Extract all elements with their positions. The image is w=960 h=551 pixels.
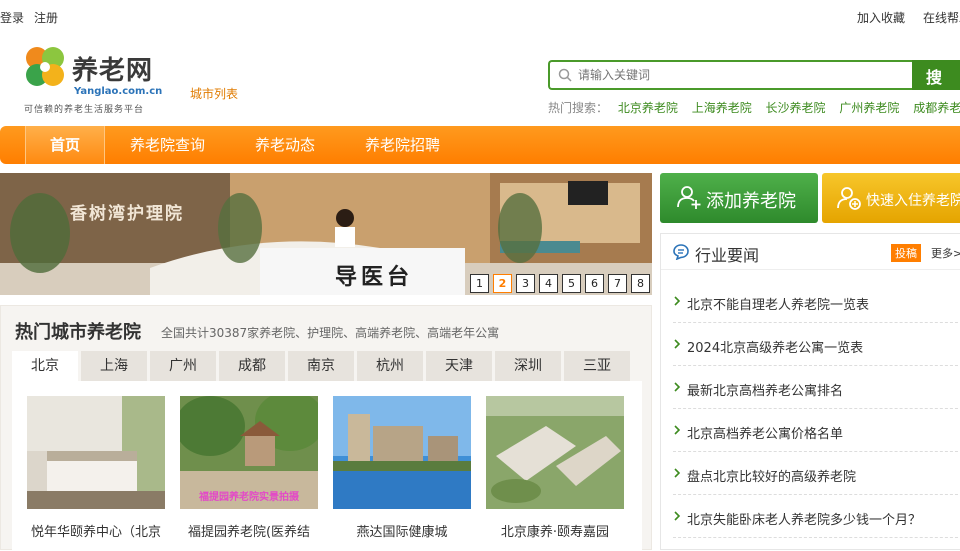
nursing-home-card[interactable]: 福提园养老院实景拍摄 福提园养老院(医养结 [175, 391, 325, 540]
header: 养老网 Yanglao.com.cn 可信赖的养老生活服务平台 城市列表 搜 索… [0, 34, 960, 126]
news-item[interactable]: 2024北京高级养老公寓一览表 [673, 323, 960, 366]
user-plus-icon [837, 187, 861, 210]
news-item[interactable]: 北京高档养老公寓价格名单 [673, 409, 960, 452]
tab-sanya[interactable]: 三亚 [564, 351, 630, 381]
city-list-link[interactable]: 城市列表 [190, 85, 238, 102]
card-photo-caption: 福提园养老院实景拍摄 [199, 492, 299, 503]
news-item-title: 2024北京高级养老公寓一览表 [687, 341, 864, 356]
card-name: 福提园养老院(医养结 [187, 525, 311, 540]
news-header: 行业要闻 投稿 更多> [661, 234, 960, 270]
banner-sign: 香树湾护理院 [70, 204, 184, 224]
top-bar: 登录 注册 加入收藏 在线帮助 [0, 0, 960, 34]
main-nav: 首页 养老院查询 养老动态 养老院招聘 [0, 126, 960, 164]
add-nursing-home-label: 添加养老院 [706, 191, 796, 212]
hot-search-item[interactable]: 成都养老院 [913, 101, 960, 115]
card-name: 北京康养·颐寿嘉园 [500, 525, 610, 540]
logo-url: Yanglao.com.cn [74, 86, 163, 97]
search-button[interactable]: 搜 索 [912, 60, 960, 111]
fast-checkin-label: 快速入住养老院 [866, 193, 960, 209]
card-photo [486, 396, 624, 509]
nav-home[interactable]: 首页 [25, 126, 105, 164]
chevron-right-icon [674, 382, 681, 392]
card-name: 燕达国际健康城 [356, 525, 448, 540]
logo-slogan: 可信赖的养老生活服务平台 [24, 105, 145, 115]
nursing-home-card[interactable]: 燕达国际健康城 [333, 396, 471, 540]
register-link[interactable]: 注册 [34, 9, 58, 26]
logo-title: 养老网 [72, 56, 154, 86]
card-photo [27, 396, 165, 509]
news-item[interactable]: 北京不能自理老人养老院一览表 [673, 280, 960, 323]
nav-recruitment[interactable]: 养老院招聘 [365, 126, 440, 164]
search-input[interactable] [578, 62, 898, 88]
section-subtitle: 全国共计30387家养老院、护理院、高端养老院、高端老年公寓 [161, 326, 500, 340]
search-box [548, 60, 914, 90]
hot-search: 热门搜索： 北京养老院 上海养老院 长沙养老院 广州养老院 成都养老院 [548, 99, 960, 116]
nursing-home-card[interactable]: 悦年华颐养中心（北京 [27, 396, 165, 540]
news-item-title: 北京失能卧床老人养老院多少钱一个月？ [687, 513, 922, 528]
banner-page-button[interactable]: 2 [493, 274, 512, 293]
nav-nursing-home-search[interactable]: 养老院查询 [130, 126, 205, 164]
banner-page-button[interactable]: 8 [631, 274, 650, 293]
search-icon [558, 68, 572, 82]
chevron-right-icon [674, 511, 681, 521]
add-nursing-home-button[interactable]: 添加养老院 [660, 173, 818, 223]
hot-search-item[interactable]: 上海养老院 [692, 101, 752, 115]
banner-page-button[interactable]: 3 [516, 274, 535, 293]
tab-nanjing[interactable]: 南京 [288, 351, 354, 381]
tab-hangzhou[interactable]: 杭州 [357, 351, 423, 381]
tab-guangzhou[interactable]: 广州 [150, 351, 216, 381]
news-item-title: 北京高档养老公寓价格名单 [687, 427, 844, 442]
chevron-right-icon [674, 425, 681, 435]
hot-search-item[interactable]: 长沙养老院 [766, 101, 826, 115]
clover-logo-icon [26, 47, 64, 86]
news-item[interactable]: 北京失能卧床老人养老院多少钱一个月？ [673, 495, 960, 538]
chevron-right-icon [674, 339, 681, 349]
chevron-right-icon [674, 296, 681, 306]
nursing-home-card[interactable]: 北京康养·颐寿嘉园 [486, 396, 624, 540]
chevron-right-icon [674, 468, 681, 478]
hot-search-item[interactable]: 广州养老院 [839, 101, 899, 115]
submit-article-button[interactable]: 投稿 [891, 244, 921, 262]
fast-checkin-button[interactable]: 快速入住养老院 [822, 173, 960, 223]
nursing-home-cards: 悦年华颐养中心（北京 福提园养老院实景拍摄 福提园养老院(医养结 燕达国际健康城… [12, 381, 642, 551]
news-item[interactable]: 盘点北京比较好的高级养老院 [673, 452, 960, 495]
banner-desk-sign: 导医台 [335, 265, 414, 290]
login-link[interactable]: 登录 [0, 9, 24, 26]
tab-chengdu[interactable]: 成都 [219, 351, 285, 381]
banner-page-button[interactable]: 6 [585, 274, 604, 293]
news-item[interactable]: 最新北京高档养老公寓排名 [673, 366, 960, 409]
news-chat-icon [673, 244, 689, 260]
banner-pagination: 12345678 [466, 272, 650, 293]
banner-page-button[interactable]: 1 [470, 274, 489, 293]
banner-carousel[interactable]: 香树湾护理院 导医台 12345678 [0, 173, 652, 295]
hot-search-label: 热门搜索： [548, 101, 609, 115]
hot-search-item[interactable]: 北京养老院 [618, 101, 678, 115]
news-item-title: 北京不能自理老人养老院一览表 [687, 298, 870, 313]
banner-page-button[interactable]: 7 [608, 274, 627, 293]
news-item-title: 盘点北京比较好的高级养老院 [687, 470, 857, 485]
tab-beijing[interactable]: 北京 [12, 351, 78, 382]
card-photo [333, 396, 471, 509]
logo[interactable]: 养老网 Yanglao.com.cn 可信赖的养老生活服务平台 [22, 44, 172, 115]
hot-cities-section: 热门城市养老院 全国共计30387家养老院、护理院、高端养老院、高端老年公寓 北… [0, 305, 652, 551]
add-user-icon [677, 186, 701, 209]
section-title: 热门城市养老院 [15, 322, 141, 343]
online-help-link[interactable]: 在线帮助 [923, 9, 960, 26]
tab-tianjin[interactable]: 天津 [426, 351, 492, 381]
news-more-link[interactable]: 更多> [931, 245, 960, 261]
card-name: 悦年华颐养中心（北京 [30, 525, 161, 540]
news-title: 行业要闻 [695, 246, 760, 265]
tab-shanghai[interactable]: 上海 [81, 351, 147, 381]
add-favorite-link[interactable]: 加入收藏 [857, 9, 905, 26]
banner-page-button[interactable]: 4 [539, 274, 558, 293]
news-item-title: 最新北京高档养老公寓排名 [687, 384, 844, 399]
nav-news[interactable]: 养老动态 [255, 126, 315, 164]
banner-page-button[interactable]: 5 [562, 274, 581, 293]
industry-news-panel: 行业要闻 投稿 更多> 北京不能自理老人养老院一览表 2024北京高级养老公寓一… [660, 233, 960, 550]
tab-shenzhen[interactable]: 深圳 [495, 351, 561, 381]
